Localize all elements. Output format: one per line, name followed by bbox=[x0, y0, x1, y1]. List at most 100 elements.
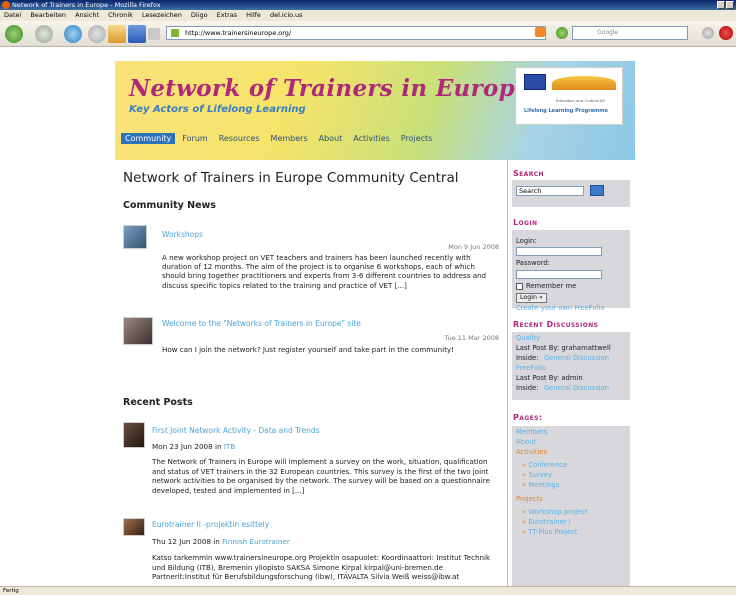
sidebar-search-input[interactable]: Search bbox=[516, 186, 584, 196]
status-text: Fertig bbox=[3, 588, 19, 594]
post-avatar bbox=[123, 422, 145, 448]
bookmark-icon[interactable] bbox=[128, 25, 146, 43]
nav-activities[interactable]: Activities bbox=[349, 133, 394, 144]
rss-icon[interactable] bbox=[535, 27, 545, 37]
site-title: Network of Trainers in Europe bbox=[129, 75, 530, 102]
status-bar: Fertig bbox=[0, 586, 736, 595]
site-nav: Community Forum Resources Members About … bbox=[121, 133, 436, 144]
nav-about[interactable]: About bbox=[315, 133, 347, 144]
search-engine-box[interactable]: Google bbox=[572, 26, 688, 40]
community-news-heading: Community News bbox=[123, 200, 216, 211]
page-link-eurotrainer[interactable]: Eurotrainer I bbox=[522, 518, 570, 526]
discussion-last-post: Last Post By: grahamattwell bbox=[516, 344, 611, 352]
site-header: Network of Trainers in Europe Key Actors… bbox=[115, 61, 635, 160]
menu-hilfe[interactable]: Hilfe bbox=[246, 10, 261, 21]
post-text: Katso tarkemmin www.trainersineurope.org… bbox=[152, 553, 491, 582]
page-link-workshop-project[interactable]: Workshop project bbox=[522, 508, 587, 516]
eu-flag-icon bbox=[524, 74, 546, 90]
search-go-icon[interactable] bbox=[702, 27, 714, 39]
eu-programme-logo: Education and Culture DG Lifelong Learni… bbox=[515, 67, 623, 125]
password-label: Password: bbox=[516, 259, 551, 267]
minimize-button[interactable] bbox=[717, 1, 725, 9]
search-submit-button[interactable] bbox=[590, 185, 604, 196]
discussion-title[interactable]: FreeFolio bbox=[516, 364, 546, 372]
nav-resources[interactable]: Resources bbox=[215, 133, 264, 144]
page-link-tt-plus[interactable]: TT-Plus Project bbox=[522, 528, 577, 536]
page-link-members[interactable]: Members bbox=[516, 428, 548, 436]
menu-bearbeiten[interactable]: Bearbeiten bbox=[30, 10, 66, 21]
login-field[interactable] bbox=[516, 247, 602, 256]
page-link-conference[interactable]: Conference bbox=[522, 461, 567, 469]
login-label: Login: bbox=[516, 237, 537, 245]
search-engine-placeholder: Google bbox=[597, 29, 619, 36]
home-icon[interactable] bbox=[108, 25, 126, 43]
post-title[interactable]: Eurotrainer II -projektin esittely bbox=[152, 520, 269, 529]
remember-checkbox[interactable] bbox=[516, 283, 523, 290]
discussion-forum-link[interactable]: General Discussion bbox=[544, 384, 609, 392]
page-link-activities[interactable]: Activities bbox=[516, 448, 547, 456]
menu-lesezeichen[interactable]: Lesezeichen bbox=[142, 10, 182, 21]
nav-projects[interactable]: Projects bbox=[397, 133, 437, 144]
discussion-forum-link[interactable]: General Discussion bbox=[544, 354, 609, 362]
adblock-icon[interactable] bbox=[719, 26, 733, 40]
tag-icon[interactable] bbox=[148, 28, 160, 40]
post-meta: Thu 12 Jun 2008 in Finnish Eurotrainer bbox=[152, 537, 290, 546]
menu-delicious[interactable]: del.icio.us bbox=[270, 10, 303, 21]
discussion-inside: Inside: bbox=[516, 354, 539, 362]
menu-diigo[interactable]: Diigo bbox=[191, 10, 208, 21]
site-favicon bbox=[171, 29, 179, 37]
recent-discussions-heading: Recent Discussions bbox=[513, 320, 599, 329]
post-title[interactable]: First Joint Network Activity - Data and … bbox=[152, 426, 320, 435]
sidebar-search-value: Search bbox=[519, 187, 542, 195]
pages-heading: Pages: bbox=[513, 413, 543, 422]
nav-forum[interactable]: Forum bbox=[178, 133, 211, 144]
education-culture-logo bbox=[552, 76, 616, 90]
discussion-title[interactable]: Quality bbox=[516, 334, 540, 342]
nav-members[interactable]: Members bbox=[267, 133, 312, 144]
search-heading: Search bbox=[513, 169, 544, 178]
window-titlebar: Network of Trainers in Europe - Mozilla … bbox=[0, 0, 736, 10]
logo-dg-text: Education and Culture DG bbox=[556, 98, 606, 103]
menu-bar: Datei Bearbeiten Ansicht Chronik Lesezei… bbox=[0, 10, 736, 21]
url-bar[interactable]: http://www.trainersineurope.org/ bbox=[166, 26, 546, 40]
post-category-link[interactable]: ITB bbox=[224, 442, 235, 451]
login-button[interactable]: Login » bbox=[516, 293, 547, 303]
sidebar: Search Search Login Login: Password: Rem… bbox=[507, 160, 635, 586]
page-link-about[interactable]: About bbox=[516, 438, 536, 446]
post-category-link[interactable]: Finnish Eurotrainer bbox=[222, 537, 290, 546]
news-text: A new workshop project on VET teachers a… bbox=[162, 253, 487, 290]
back-icon[interactable] bbox=[5, 25, 23, 43]
page-title: Network of Trainers in Europe Community … bbox=[123, 170, 459, 186]
news-title[interactable]: Welcome to the "Networks of Trainers in … bbox=[162, 319, 361, 328]
menu-ansicht[interactable]: Ansicht bbox=[75, 10, 99, 21]
site-subtitle: Key Actors of Lifelong Learning bbox=[129, 104, 306, 115]
page-link-projects[interactable]: Projects bbox=[516, 495, 543, 503]
recent-posts-heading: Recent Posts bbox=[123, 397, 193, 408]
discussion-last-post: Last Post By: admin bbox=[516, 374, 583, 382]
news-date: Tue 11 Mar 2008 bbox=[444, 334, 499, 342]
go-icon[interactable] bbox=[556, 27, 568, 39]
menu-extras[interactable]: Extras bbox=[217, 10, 238, 21]
page-viewport: Network of Trainers in Europe Key Actors… bbox=[0, 47, 736, 586]
post-date: Thu 12 Jun 2008 in bbox=[152, 537, 220, 546]
window-title: Network of Trainers in Europe - Mozilla … bbox=[12, 1, 161, 9]
stop-icon[interactable] bbox=[88, 25, 106, 43]
news-title[interactable]: Workshops bbox=[162, 230, 203, 239]
reload-icon[interactable] bbox=[64, 25, 82, 43]
forward-icon[interactable] bbox=[35, 25, 53, 43]
password-field[interactable] bbox=[516, 270, 602, 279]
news-thumbnail[interactable] bbox=[123, 225, 147, 249]
nav-community[interactable]: Community bbox=[121, 133, 176, 144]
maximize-button[interactable] bbox=[726, 1, 734, 9]
post-meta: Mon 23 Jun 2008 in ITB bbox=[152, 442, 235, 451]
page-link-survey[interactable]: Survey bbox=[522, 471, 552, 479]
menu-chronik[interactable]: Chronik bbox=[108, 10, 133, 21]
url-text: http://www.trainersineurope.org/ bbox=[185, 29, 292, 37]
create-freefolio-link[interactable]: Create your own FreeFolio bbox=[516, 304, 605, 312]
discussion-inside: Inside: bbox=[516, 384, 539, 392]
login-heading: Login bbox=[513, 218, 538, 227]
news-thumbnail[interactable] bbox=[123, 317, 153, 345]
remember-label: Remember me bbox=[526, 282, 577, 290]
page-link-meetings[interactable]: Meetings bbox=[522, 481, 559, 489]
menu-datei[interactable]: Datei bbox=[4, 10, 21, 21]
